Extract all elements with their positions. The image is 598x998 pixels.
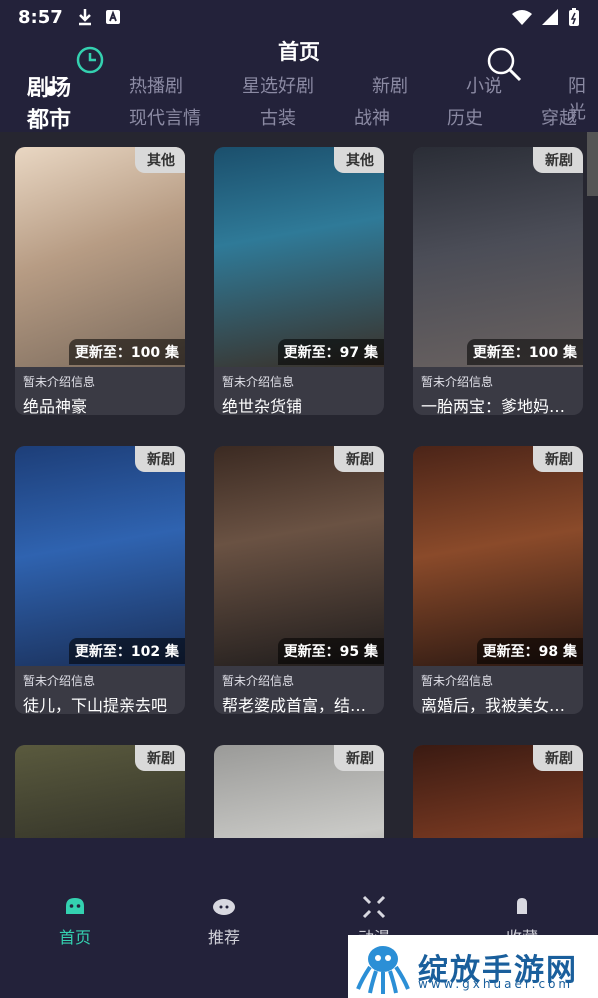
nav-recommend-label: 推荐 [207, 928, 240, 947]
tab-novel[interactable]: 小说 [466, 72, 502, 98]
nav-recommend[interactable]: 推荐 [184, 894, 264, 948]
episode-count: 更新至：95 集 [277, 638, 384, 664]
tab-costume[interactable]: 古装 [260, 104, 296, 130]
drama-intro: 暂未介绍信息 [23, 375, 96, 389]
drama-card[interactable]: 新剧 [15, 745, 185, 838]
download-icon [78, 9, 91, 26]
drama-title: 离婚后，我被美女包... [421, 696, 579, 714]
status-time: 8:57 [18, 6, 63, 28]
nav-home[interactable]: 首页 [35, 894, 115, 948]
category-badge: 新剧 [334, 745, 384, 771]
drama-title: 绝品神豪 [23, 397, 88, 415]
category-badge: 其他 [135, 147, 185, 173]
drama-card[interactable]: 其他 更新至：97 集 暂未介绍信息 绝世杂货铺 [214, 147, 384, 415]
episode-count: 更新至：100 集 [466, 339, 583, 365]
octopus-logo-icon [356, 946, 410, 994]
drama-title: 绝世杂货铺 [222, 397, 303, 415]
drama-intro: 暂未介绍信息 [222, 375, 295, 389]
drama-card[interactable]: 新剧 [214, 745, 384, 838]
category-badge: 新剧 [533, 147, 583, 173]
watermark-url: www.gxhuaer.com [418, 977, 574, 991]
status-bar: 8:57 [18, 6, 580, 28]
category-badge: 新剧 [334, 446, 384, 472]
watermark-logo: 绽放手游网 www.gxhuaer.com [348, 935, 598, 998]
tab-featured[interactable]: 星选好剧 [242, 72, 314, 98]
drama-card[interactable]: 新剧 [413, 745, 583, 838]
tab-new[interactable]: 新剧 [372, 72, 408, 98]
nav-home-label: 首页 [58, 928, 91, 947]
signal-icon [542, 9, 558, 25]
home-icon [66, 898, 84, 914]
episode-count: 更新至：100 集 [68, 339, 185, 365]
tab-hot[interactable]: 热播剧 [129, 72, 183, 98]
drama-intro: 暂未介绍信息 [421, 674, 494, 688]
drama-card[interactable]: 新剧 更新至：100 集 暂未介绍信息 一胎两宝：爹地妈咪... [413, 147, 583, 415]
drama-title: 一胎两宝：爹地妈咪... [421, 397, 579, 415]
drama-grid: 其他 更新至：100 集 暂未介绍信息 绝品神豪 其他 更新至：97 集 暂未介… [0, 132, 598, 838]
drama-poster [413, 446, 583, 666]
favorite-icon [517, 898, 527, 914]
drama-title: 徒儿，下山提亲去吧 [23, 696, 168, 714]
episode-count: 更新至：97 集 [277, 339, 384, 365]
drama-title: 帮老婆成首富，结果... [222, 696, 380, 714]
recommend-icon [213, 899, 235, 915]
category-badge: 其他 [334, 147, 384, 173]
active-tab-indicator [46, 86, 56, 96]
tab-romance[interactable]: 现代言情 [129, 104, 201, 130]
category-badge: 新剧 [533, 446, 583, 472]
episode-count: 更新至：102 集 [68, 638, 185, 664]
history-clock-icon[interactable] [76, 46, 104, 74]
tab-urban[interactable]: 都市 [27, 102, 71, 134]
top-bar: 8:57 首页 剧场 热播剧 星选好剧 新剧 小说 阳光 都市 现代言情 古装 … [0, 0, 598, 134]
drama-poster [15, 147, 185, 367]
battery-icon [569, 8, 579, 26]
drama-card[interactable]: 新剧 更新至：95 集 暂未介绍信息 帮老婆成首富，结果... [214, 446, 384, 714]
drama-poster [214, 147, 384, 367]
app-a-icon [105, 10, 120, 24]
tab-history[interactable]: 历史 [447, 104, 483, 130]
drama-intro: 暂未介绍信息 [23, 674, 96, 688]
category-badge: 新剧 [135, 446, 185, 472]
tab-time-travel[interactable]: 穿越 [541, 104, 577, 130]
scrollbar[interactable] [587, 132, 598, 196]
drama-card[interactable]: 其他 更新至：100 集 暂未介绍信息 绝品神豪 [15, 147, 185, 415]
drama-intro: 暂未介绍信息 [222, 674, 295, 688]
wifi-icon [512, 10, 532, 25]
drama-poster [15, 446, 185, 666]
drama-card[interactable]: 新剧 更新至：102 集 暂未介绍信息 徒儿，下山提亲去吧 [15, 446, 185, 714]
tab-war-god[interactable]: 战神 [354, 104, 390, 130]
drama-card[interactable]: 新剧 更新至：98 集 暂未介绍信息 离婚后，我被美女包... [413, 446, 583, 714]
episode-count: 更新至：98 集 [476, 638, 583, 664]
drama-intro: 暂未介绍信息 [421, 375, 494, 389]
category-badge: 新剧 [533, 745, 583, 771]
category-badge: 新剧 [135, 745, 185, 771]
drama-poster [413, 147, 583, 367]
drama-poster [214, 446, 384, 666]
anime-icon [362, 895, 386, 919]
